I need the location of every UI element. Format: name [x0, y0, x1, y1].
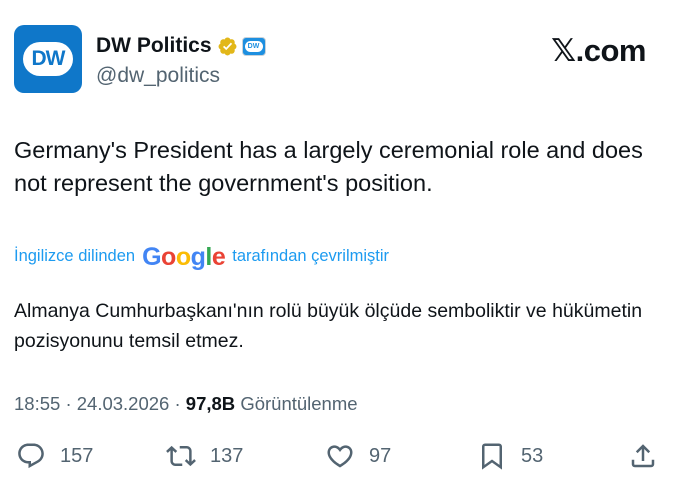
translation-prefix: İngilizce dilinden: [14, 247, 136, 265]
repost-button[interactable]: 137: [166, 441, 243, 471]
translated-text: Almanya Cumhurbaşkanı'nın rolü büyük ölç…: [14, 300, 643, 352]
translation-attribution[interactable]: İngilizce dilinden Google tarafından çev…: [14, 242, 389, 271]
share-icon: [631, 444, 655, 468]
like-button[interactable]: 97: [325, 441, 391, 471]
display-name[interactable]: DW Politics: [96, 34, 212, 58]
tweet-time[interactable]: 18:55: [14, 393, 60, 414]
view-count: 97,8B: [185, 393, 236, 414]
tweet-text: Germany's President has a largely ceremo…: [14, 137, 643, 196]
action-bar: 157 137 97 53: [0, 441, 680, 475]
affiliation-badge[interactable]: DW: [241, 36, 266, 56]
translation-suffix: tarafından çevrilmiştir: [232, 247, 390, 265]
google-logo: Google: [142, 243, 226, 271]
view-label: Görüntülenme: [240, 393, 358, 414]
bookmark-icon: [482, 443, 502, 470]
brand-watermark: 𝕏.com: [551, 33, 646, 68]
name-row: DW Politics DW: [96, 34, 266, 58]
tweet-meta: 18:55 · 24.03.2026 · 97,8B Görüntülenme: [14, 393, 358, 415]
bookmark-count: 53: [521, 444, 544, 467]
avatar[interactable]: DW: [14, 25, 82, 93]
reply-button[interactable]: 157: [16, 441, 93, 471]
like-icon: [327, 445, 353, 468]
repost-icon: [166, 445, 196, 467]
reply-count: 157: [60, 444, 94, 467]
repost-count: 137: [210, 444, 244, 467]
tweet-date[interactable]: 24.03.2026: [77, 393, 170, 414]
verified-badge-icon[interactable]: [217, 36, 238, 57]
dw-logo: DW: [23, 42, 73, 76]
like-count: 97: [369, 444, 392, 467]
meta-separator: ·: [174, 393, 186, 414]
bookmark-button[interactable]: 53: [477, 441, 543, 471]
affiliation-badge-logo: DW: [244, 40, 263, 52]
meta-separator: ·: [65, 393, 77, 414]
handle[interactable]: @dw_politics: [96, 64, 220, 88]
share-button[interactable]: [628, 441, 658, 471]
reply-icon: [18, 443, 44, 469]
